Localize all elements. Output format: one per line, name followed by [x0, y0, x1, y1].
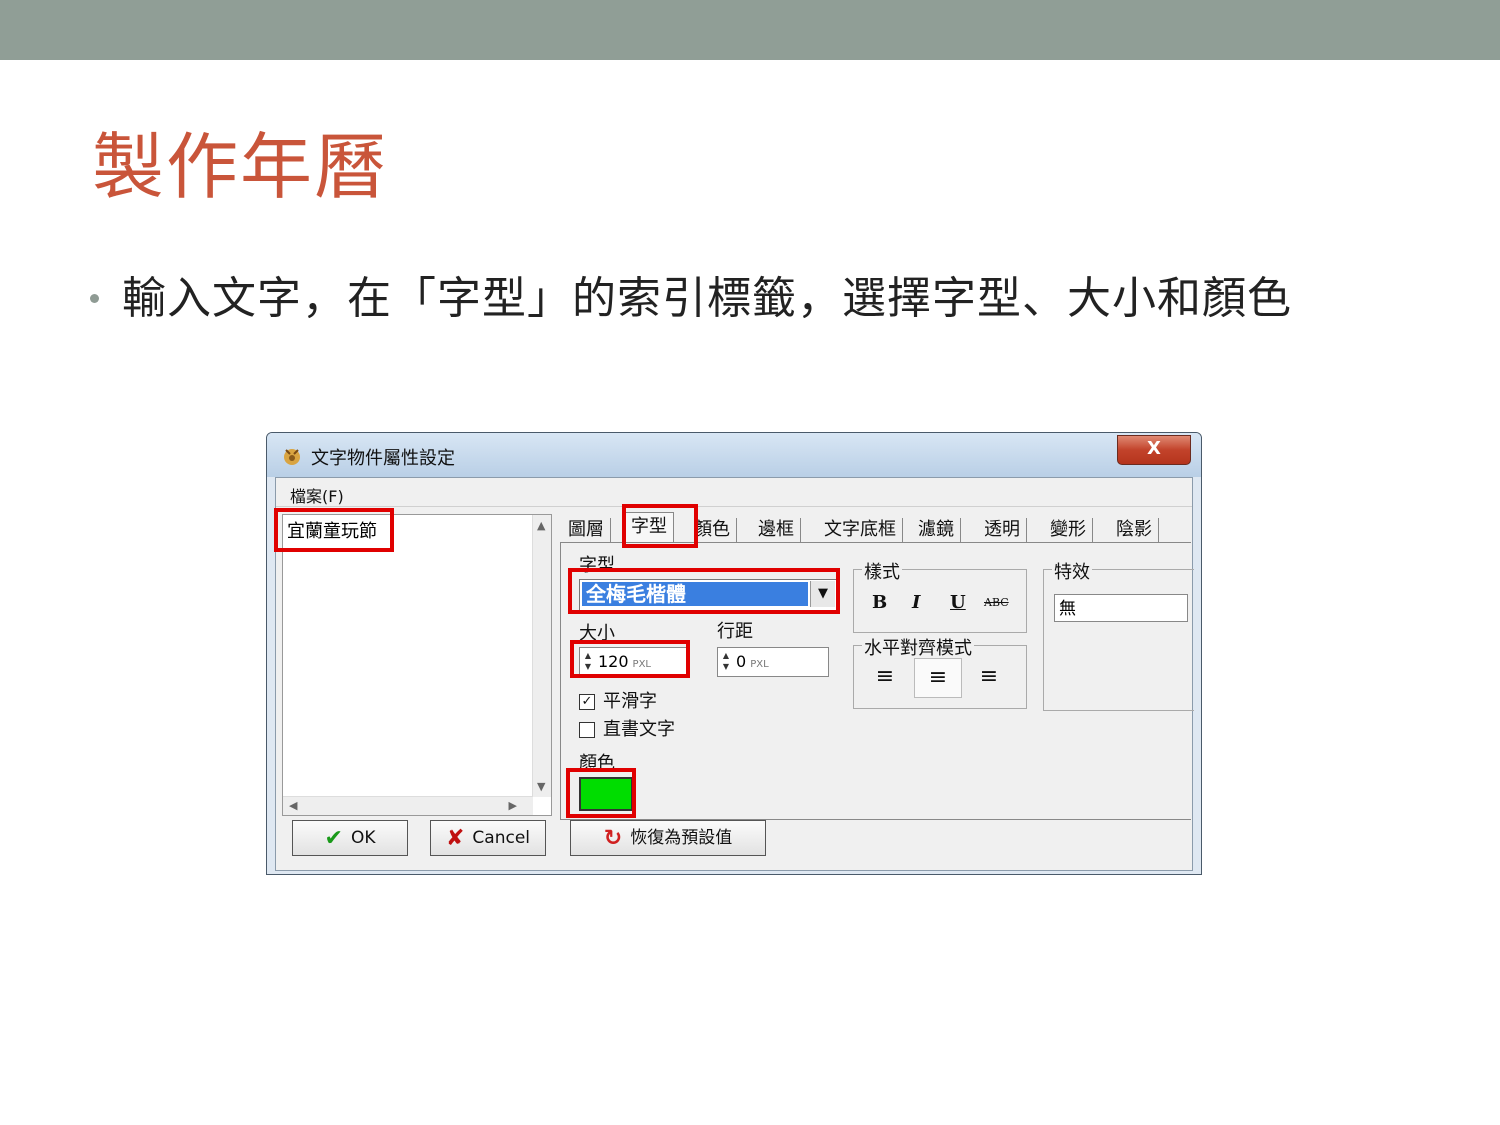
- spinner-arrows-icon[interactable]: ▲ ▼: [719, 650, 733, 672]
- highlight-font-select: [568, 568, 840, 614]
- vertical-scrollbar[interactable]: ▲ ▼: [532, 515, 551, 797]
- tab-text-frame[interactable]: 文字底框: [818, 518, 903, 542]
- slide-top-bar: [0, 0, 1500, 60]
- highlight-size: [570, 640, 690, 678]
- cancel-label: Cancel: [472, 828, 531, 848]
- vertical-label: 直書文字: [603, 719, 675, 740]
- highlight-list-item: [274, 508, 394, 552]
- tab-shadow[interactable]: 陰影: [1110, 518, 1159, 542]
- reset-defaults-button[interactable]: ↻ 恢復為預設值: [570, 820, 766, 856]
- dialog-titlebar[interactable]: 文字物件屬性設定 X: [267, 433, 1201, 477]
- text-properties-dialog: 文字物件屬性設定 X 檔案(F) 宜蘭童玩節 ▲ ▼ ◀ ▶ 圖層 字型 顏色 …: [266, 432, 1202, 875]
- highlight-font-tab: [622, 504, 698, 548]
- close-button[interactable]: X: [1117, 435, 1191, 465]
- scroll-right-icon[interactable]: ▶: [509, 799, 517, 812]
- smooth-checkbox[interactable]: ✓ 平滑字: [579, 687, 657, 713]
- app-icon: [284, 449, 300, 465]
- effect-group: 特效 無: [1043, 558, 1194, 711]
- highlight-color: [566, 768, 636, 818]
- slide-title: 製作年曆: [92, 125, 389, 209]
- cross-icon: ✘: [445, 826, 465, 851]
- checkbox-empty-icon[interactable]: [579, 722, 595, 738]
- align-center-icon[interactable]: ≡: [914, 658, 962, 698]
- bold-button[interactable]: B: [872, 592, 887, 613]
- bullet-text: 輸入文字，在「字型」的索引標籤，選擇字型、大小和顏色: [122, 273, 1292, 324]
- refresh-icon: ↻: [603, 826, 623, 851]
- menu-bar: 檔案(F): [276, 478, 1192, 507]
- spacing-field: 0 PXL: [736, 652, 769, 671]
- tab-border[interactable]: 邊框: [752, 518, 801, 542]
- spacing-unit: PXL: [750, 659, 769, 670]
- effect-select[interactable]: 無: [1054, 594, 1188, 622]
- align-left-icon[interactable]: ≡: [862, 658, 908, 696]
- tab-layer[interactable]: 圖層: [562, 518, 611, 542]
- tab-transform[interactable]: 變形: [1044, 518, 1093, 542]
- alignment-group: 水平對齊模式 ≡ ≡ ≡: [853, 634, 1027, 709]
- scroll-left-icon[interactable]: ◀: [289, 799, 297, 812]
- spacing-label: 行距: [717, 621, 753, 642]
- vertical-text-checkbox[interactable]: 直書文字: [579, 715, 675, 741]
- checkmark-icon[interactable]: ✓: [579, 694, 595, 710]
- style-group: 樣式 B I U ABC: [853, 558, 1027, 633]
- tab-filter[interactable]: 濾鏡: [912, 518, 961, 542]
- dialog-title: 文字物件屬性設定: [311, 448, 455, 469]
- scroll-up-icon[interactable]: ▲: [537, 519, 545, 532]
- bullet-dot: [90, 294, 99, 303]
- align-right-icon[interactable]: ≡: [966, 658, 1012, 696]
- underline-button[interactable]: U: [950, 592, 966, 613]
- scroll-down-icon[interactable]: ▼: [537, 780, 545, 793]
- style-group-title: 樣式: [862, 558, 902, 584]
- text-object-list[interactable]: 宜蘭童玩節 ▲ ▼ ◀ ▶: [282, 514, 552, 816]
- ok-label: OK: [350, 828, 376, 848]
- effect-group-title: 特效: [1052, 558, 1092, 584]
- checkmark-icon: ✔: [324, 826, 343, 851]
- horizontal-scrollbar[interactable]: ◀ ▶: [283, 796, 533, 815]
- strikethrough-button[interactable]: ABC: [984, 596, 1009, 609]
- cancel-button[interactable]: ✘ Cancel: [430, 820, 546, 856]
- smooth-label: 平滑字: [603, 691, 657, 712]
- menu-file[interactable]: 檔案(F): [290, 483, 344, 507]
- italic-button[interactable]: I: [912, 592, 920, 613]
- ok-button[interactable]: ✔ OK: [292, 820, 408, 856]
- spacing-spinner[interactable]: ▲ ▼ 0 PXL: [717, 647, 829, 677]
- tab-transparency[interactable]: 透明: [978, 518, 1027, 542]
- dialog-client: 檔案(F) 宜蘭童玩節 ▲ ▼ ◀ ▶ 圖層 字型 顏色 邊框 文字底框 濾鏡 …: [275, 477, 1194, 871]
- reset-label: 恢復為預設值: [630, 828, 733, 848]
- spacing-value: 0: [736, 652, 747, 671]
- alignment-group-title: 水平對齊模式: [862, 634, 974, 660]
